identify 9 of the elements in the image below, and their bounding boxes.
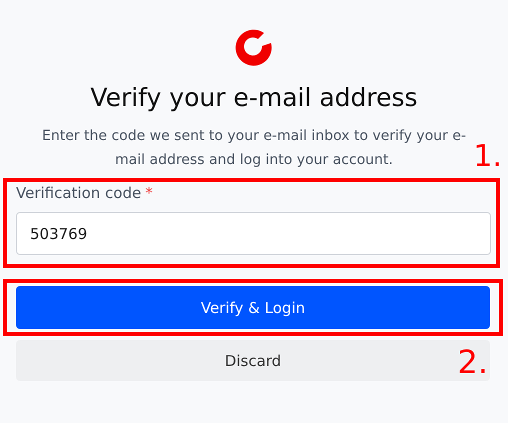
- logo-icon: [234, 27, 274, 67]
- annotation-number: 2.: [457, 346, 488, 378]
- required-mark: *: [145, 184, 153, 202]
- verify-login-button[interactable]: Verify & Login: [16, 286, 490, 329]
- field-label: Verification code: [16, 184, 142, 202]
- annotation-number: 1.: [473, 142, 502, 172]
- page-title: Verify your e-mail address: [90, 83, 418, 112]
- verification-code-field[interactable]: 503769: [16, 212, 491, 255]
- description-text: Enter the code we sent to your e-mail inbox to verify your e-mail address and log into your account.: [40, 127, 468, 170]
